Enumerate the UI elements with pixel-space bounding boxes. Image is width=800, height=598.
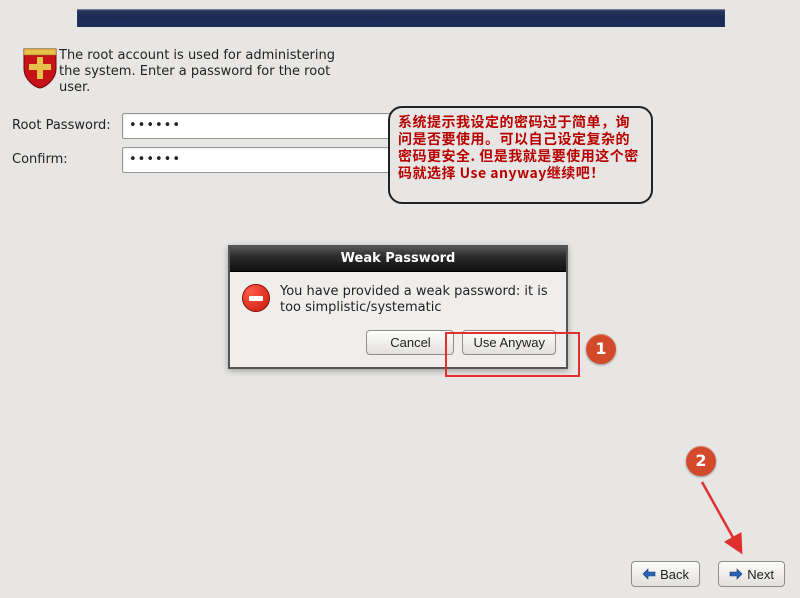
next-button-label: Next	[747, 567, 774, 582]
arrow-right-icon	[729, 568, 743, 580]
weak-password-dialog: Weak Password You have provided a weak p…	[228, 245, 568, 369]
annotation-text: 系统提示我设定的密码过于简单，询问是否要使用。可以自己设定复杂的密码更安全. 但…	[398, 114, 643, 182]
intro-text: The root account is used for administeri…	[59, 48, 359, 96]
next-button[interactable]: Next	[718, 561, 785, 587]
dialog-message: You have provided a weak password: it is…	[280, 284, 554, 316]
step-badge-1: 1	[586, 334, 616, 364]
confirm-password-input[interactable]: ••••••	[122, 147, 394, 173]
use-anyway-button[interactable]: Use Anyway	[462, 330, 556, 355]
root-password-input[interactable]: ••••••	[122, 113, 394, 139]
cancel-button[interactable]: Cancel	[366, 330, 454, 355]
annotation-callout: 系统提示我设定的密码过于简单，询问是否要使用。可以自己设定复杂的密码更安全. 但…	[388, 106, 653, 204]
root-password-label: Root Password:	[12, 118, 111, 133]
step-badge-2: 2	[686, 446, 716, 476]
header-banner	[77, 9, 725, 27]
shield-icon	[22, 47, 58, 89]
dialog-title: Weak Password	[230, 247, 566, 272]
annotation-arrow	[690, 480, 750, 560]
confirm-password-label: Confirm:	[12, 152, 68, 167]
error-icon	[242, 284, 270, 312]
back-button-label: Back	[660, 567, 689, 582]
dialog-button-row: Cancel Use Anyway	[230, 322, 566, 367]
arrow-left-icon	[642, 568, 656, 580]
back-button[interactable]: Back	[631, 561, 700, 587]
